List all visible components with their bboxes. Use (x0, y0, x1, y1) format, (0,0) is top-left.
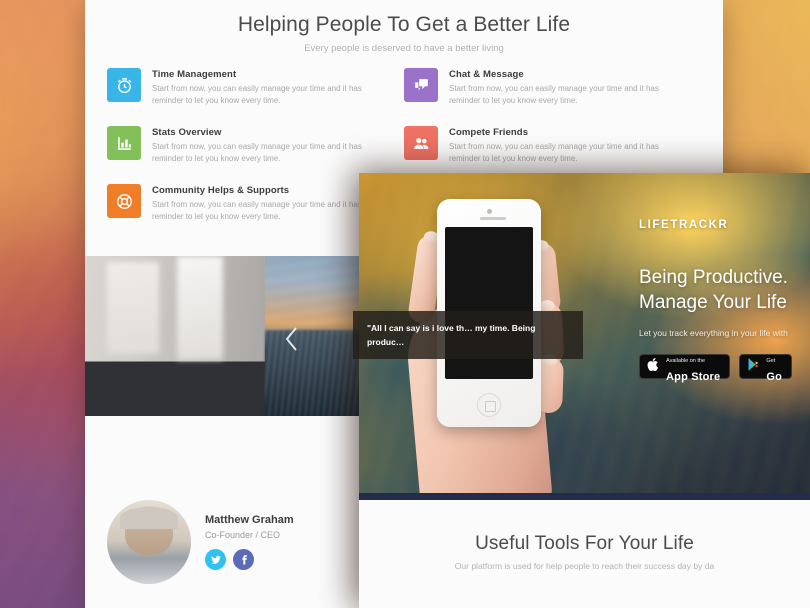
feature-compete-friends[interactable]: Compete Friends Start from now, you can … (404, 126, 687, 165)
features-section-header: Helping People To Get a Better Life Ever… (85, 0, 723, 54)
brand-logo[interactable]: LIFETRACKR (639, 219, 810, 231)
app-store-large-label: App Store (666, 370, 721, 383)
hero-copy: LIFETRACKR Being Productive. Manage Your… (639, 219, 810, 382)
feature-description: Start from now, you can easily manage yo… (449, 142, 659, 163)
avatar (107, 500, 191, 584)
tools-section: Useful Tools For Your Life Our platform … (359, 493, 810, 608)
twitter-icon[interactable] (205, 549, 226, 570)
tools-section-header: Useful Tools For Your Life Our platform … (359, 500, 810, 571)
app-store-button[interactable]: Available on the App Store (639, 354, 731, 382)
lifebuoy-icon (107, 184, 141, 218)
member-social-links (205, 549, 294, 570)
app-store-small-label: Available on the (666, 357, 706, 364)
feature-title: Community Helps & Supports (152, 185, 290, 196)
people-icon (404, 126, 438, 160)
feature-title: Time Management (152, 69, 237, 80)
chat-bubble-icon (404, 68, 438, 102)
page-subtitle: Every people is deserved to have a bette… (304, 43, 504, 54)
testimonial-photo-secondary (85, 256, 265, 416)
google-play-small-label: Get (766, 357, 776, 364)
feature-description: Start from now, you can easily manage yo… (152, 142, 362, 163)
app-store-buttons: Available on the App Store Get Go (639, 354, 810, 382)
google-play-button[interactable]: Get Go (739, 354, 793, 382)
facebook-icon[interactable] (233, 549, 254, 570)
page-title: Helping People To Get a Better Life (237, 13, 571, 36)
feature-description: Start from now, you can easily manage yo… (152, 200, 362, 221)
feature-title: Chat & Message (449, 69, 524, 80)
hero-title-line-1: Being Productive. (639, 267, 788, 288)
hero-lead: Let you track everything in your life wi… (639, 328, 788, 339)
member-name: Matthew Graham (205, 514, 294, 526)
alarm-clock-icon (107, 68, 141, 102)
feature-stats-overview[interactable]: Stats Overview Start from now, you can e… (107, 126, 390, 165)
google-play-icon (747, 357, 760, 377)
google-play-label: Get Go (766, 349, 782, 385)
feature-title: Compete Friends (449, 127, 529, 138)
bar-chart-icon (107, 126, 141, 160)
testimonial-quote-box: "All I can say is i love th… my time. Be… (353, 311, 583, 360)
feature-chat-message[interactable]: Chat & Message Start from now, you can e… (404, 68, 687, 107)
feature-description: Start from now, you can easily manage yo… (449, 84, 659, 105)
member-role: Co-Founder / CEO (205, 530, 281, 540)
feature-description: Start from now, you can easily manage yo… (152, 84, 362, 105)
section-divider-band (359, 493, 810, 500)
chevron-left-icon[interactable] (281, 324, 303, 354)
hero-title-line-2: Manage Your Life (639, 292, 787, 314)
feature-time-management[interactable]: Time Management Start from now, you can … (107, 68, 390, 107)
app-store-label: Available on the App Store (666, 349, 720, 385)
feature-title: Stats Overview (152, 127, 222, 138)
feature-community-helps[interactable]: Community Helps & Supports Start from no… (107, 184, 390, 223)
foreground-browser-window[interactable]: LIFETRACKR Being Productive. Manage Your… (359, 173, 810, 608)
hero-title: Being Productive. Manage Your Life (639, 265, 810, 315)
tools-subtitle: Our platform is used for help people to … (454, 561, 715, 571)
tools-title: Useful Tools For Your Life (475, 533, 694, 554)
apple-icon (647, 357, 660, 377)
testimonial-quote: "All I can say is i love th… my time. Be… (367, 323, 536, 348)
google-play-large-label: Go (766, 370, 783, 383)
